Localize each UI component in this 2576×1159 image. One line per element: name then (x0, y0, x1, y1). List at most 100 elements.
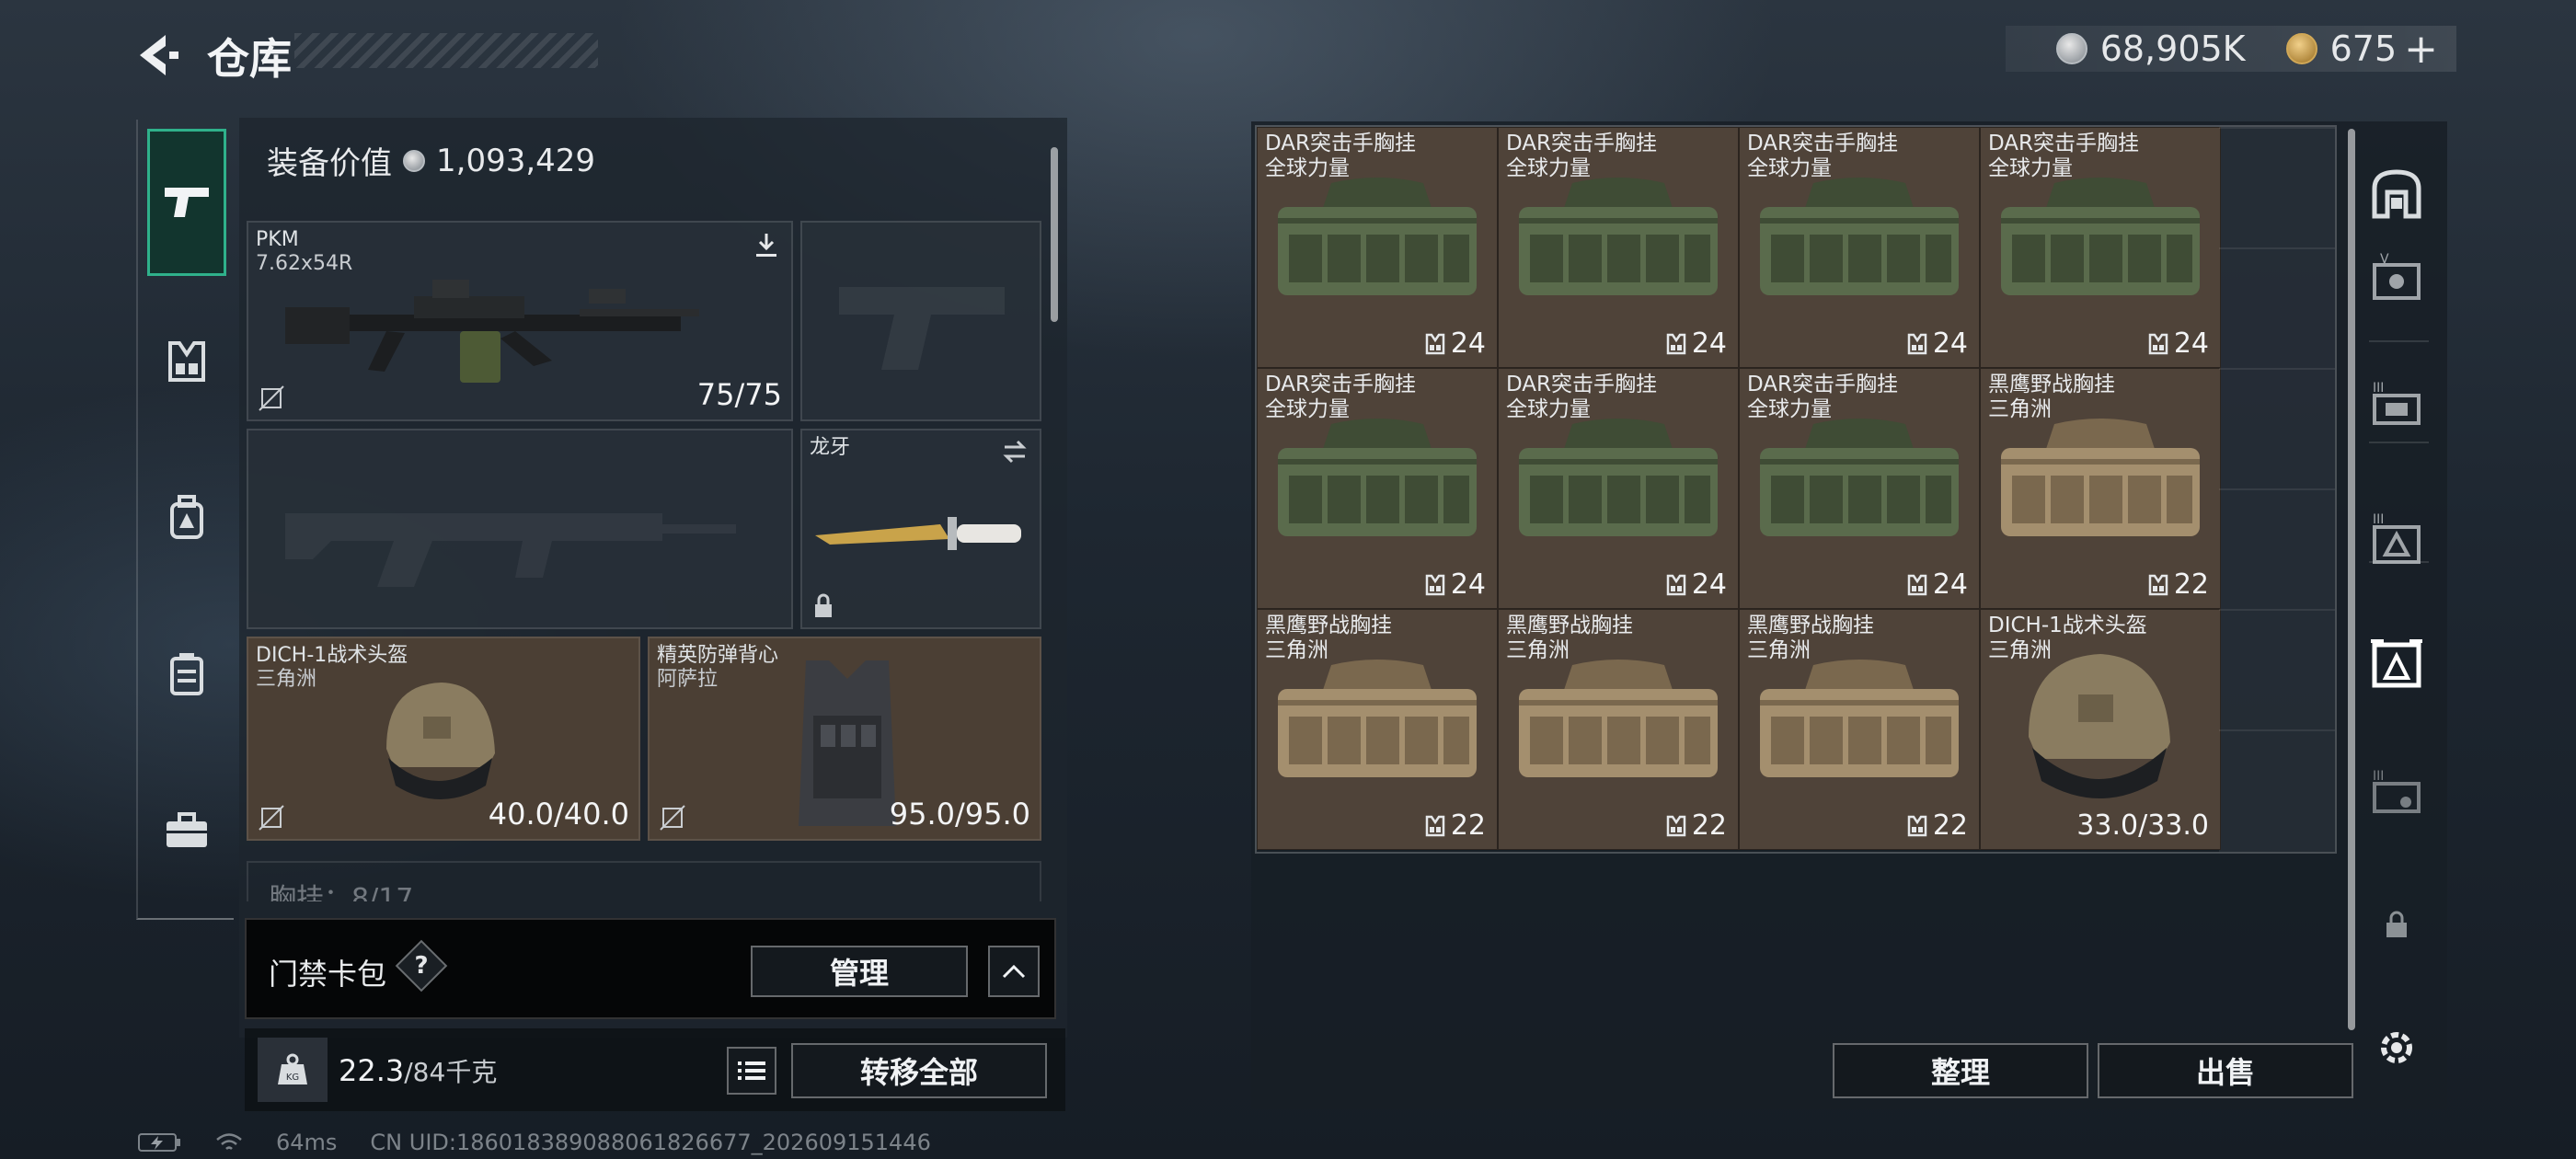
storage-item[interactable]: DICH-1战术头盔 三角洲 33.0/33.0 (1980, 609, 2221, 850)
chest-tab-icon (2371, 639, 2422, 688)
tab-chest-active[interactable] (2364, 631, 2429, 695)
manage-button[interactable]: 管理 (751, 946, 968, 997)
item-sub: 三角洲 (1506, 638, 1570, 662)
list-view-button[interactable] (727, 1047, 776, 1095)
storage-item[interactable]: DAR突击手胸挂 全球力量 24 (1498, 368, 1739, 609)
chest-rig-image (2001, 419, 2200, 536)
equipment-scrollbar[interactable] (1051, 147, 1058, 322)
helmet-slot[interactable]: DICH-1战术头盔 三角洲 40.0/40.0 (247, 637, 640, 841)
storage-item[interactable]: DAR突击手胸挂 全球力量 24 (1739, 368, 1980, 609)
storage-item[interactable]: 黑鹰野战胸挂 三角洲 22 (1257, 609, 1498, 850)
chest-rig-image (1760, 178, 1959, 295)
tab-safe[interactable] (2364, 162, 2429, 226)
grid-line (2219, 729, 2335, 731)
storage-item[interactable]: DAR突击手胸挂 全球力量 24 (1498, 127, 1739, 368)
item-name: 黑鹰野战胸挂 (1506, 614, 1633, 637)
item-count: 22 (2148, 568, 2209, 601)
storage-item[interactable]: DAR突击手胸挂 全球力量 24 (1257, 127, 1498, 368)
storage-item[interactable]: 黑鹰野战胸挂 三角洲 22 (1739, 609, 1980, 850)
back-icon[interactable] (129, 28, 184, 83)
item-count-value: 22 (1450, 809, 1486, 842)
item-name: DAR突击手胸挂 (1988, 132, 2140, 155)
pistol-icon (165, 188, 209, 217)
capacity-icon (2148, 333, 2168, 354)
item-count-value: 22 (2173, 568, 2209, 601)
page-title: 仓库 (207, 34, 292, 84)
download-icon[interactable] (753, 232, 780, 259)
title-decoration (294, 33, 598, 68)
storage-item[interactable]: 黑鹰野战胸挂 三角洲 22 (1498, 609, 1739, 850)
svg-text:V: V (2380, 252, 2389, 267)
backpack-icon (170, 495, 203, 539)
storage-item[interactable]: 黑鹰野战胸挂 三角洲 22 (1980, 368, 2221, 609)
lock-icon (2386, 911, 2407, 937)
keycard-case-bar: 门禁卡包 ? 管理 (245, 918, 1056, 1019)
weapon-name: PKM (256, 228, 299, 251)
weight-badge: KG (258, 1038, 328, 1102)
item-count-value: 22 (1932, 809, 1968, 842)
silver-coin-icon (403, 149, 425, 172)
safe-icon (2372, 169, 2421, 219)
item-count: 24 (1907, 327, 1968, 360)
tab-case-3[interactable]: III (2364, 760, 2429, 824)
nav-chest-rig[interactable] (147, 322, 226, 401)
nav-armor[interactable] (147, 635, 226, 714)
tab-vest[interactable]: V (2364, 245, 2429, 309)
item-count-value: 24 (1450, 327, 1486, 360)
tab-armor-3[interactable]: III (2364, 506, 2429, 570)
melee-slot[interactable]: 龙牙 (800, 429, 1041, 629)
weight-current: 22.3 (339, 1053, 405, 1088)
settings-button[interactable] (2364, 1016, 2429, 1080)
equipment-value-amount: 1,093,429 (436, 142, 596, 179)
sell-button[interactable]: 出售 (2098, 1043, 2353, 1098)
storage-scrollbar[interactable] (2348, 129, 2355, 1030)
transfer-all-button[interactable]: 转移全部 (791, 1043, 1047, 1098)
vest-slot[interactable]: 精英防弹背心 阿萨拉 95.0/95.0 (648, 637, 1041, 841)
add-currency-button[interactable]: + (2404, 26, 2438, 73)
knife-image (815, 517, 1021, 550)
nav-weapons[interactable] (147, 129, 226, 276)
swap-icon[interactable] (1001, 438, 1029, 465)
item-count: 33.0/33.0 (2076, 809, 2209, 842)
secondary-weapon-slot[interactable] (800, 221, 1041, 421)
vest-durability: 95.0/95.0 (889, 797, 1030, 832)
rifle-slot[interactable] (247, 429, 793, 629)
weight-total: /84千克 (404, 1057, 498, 1087)
grid-line (2219, 609, 2335, 611)
item-count-value: 33.0/33.0 (2076, 809, 2209, 842)
left-nav (136, 120, 234, 920)
chest-rig-header[interactable]: 胸挂：8/17 (247, 861, 1041, 901)
wifi-icon (216, 1133, 242, 1150)
item-sub: 三角洲 (1265, 638, 1328, 662)
armor-tab-icon: III (2373, 512, 2421, 564)
collapse-button[interactable] (988, 946, 1040, 997)
capacity-icon (1907, 574, 1927, 595)
tab-locked[interactable] (2364, 892, 2429, 957)
primary-weapon-slot[interactable]: PKM 7.62x54R 75/75 (247, 221, 793, 421)
battery-icon (138, 1133, 180, 1152)
sort-button[interactable]: 整理 (1833, 1043, 2088, 1098)
capacity-icon (1907, 333, 1927, 354)
currency-bar: 68,905K 675 + (2006, 26, 2456, 73)
chest-rig-image (2001, 178, 2200, 295)
item-sub: 三角洲 (1988, 397, 2052, 421)
capacity-icon (2148, 574, 2168, 595)
chest-rig-image (1519, 660, 1718, 777)
capacity-icon (1666, 333, 1686, 354)
nav-backpack[interactable] (147, 478, 226, 557)
item-name: 黑鹰野战胸挂 (1988, 373, 2115, 396)
nav-briefcase[interactable] (147, 791, 226, 870)
no-insurance-icon (660, 805, 685, 831)
tab-rig-3[interactable]: III (2364, 372, 2429, 436)
item-count: 24 (1666, 568, 1727, 601)
item-count-value: 24 (1932, 568, 1968, 601)
item-count: 24 (1907, 568, 1968, 601)
storage-item[interactable]: DAR突击手胸挂 全球力量 24 (1257, 368, 1498, 609)
chest-rig-capacity: 胸挂：8/17 (269, 883, 414, 901)
storage-item[interactable]: DAR突击手胸挂 全球力量 24 (1980, 127, 2221, 368)
chest-rig-icon (168, 341, 205, 382)
help-label: ? (414, 952, 429, 980)
storage-item[interactable]: DAR突击手胸挂 全球力量 24 (1739, 127, 1980, 368)
settings-icon (2381, 1032, 2412, 1063)
item-name: 黑鹰野战胸挂 (1265, 614, 1392, 637)
